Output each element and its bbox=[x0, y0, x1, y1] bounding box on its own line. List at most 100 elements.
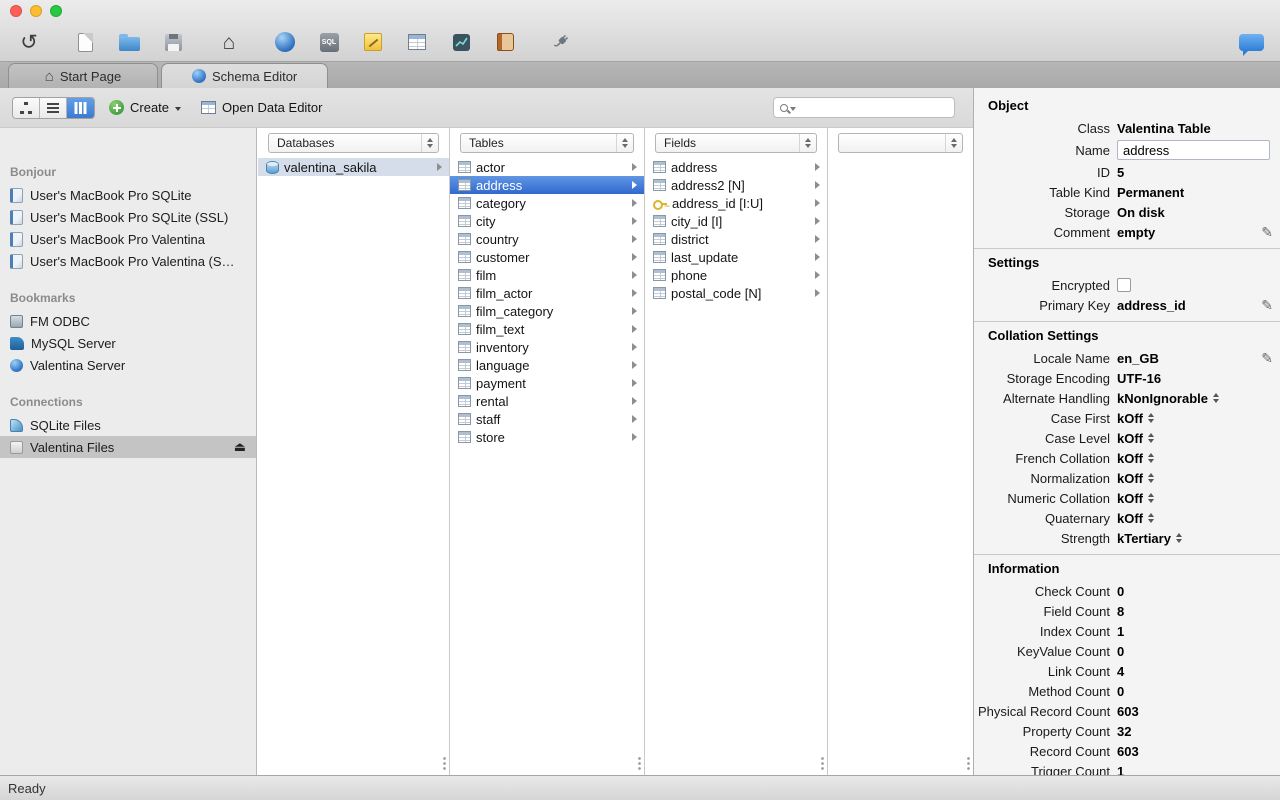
database-list-item[interactable]: valentina_sakila bbox=[258, 158, 449, 176]
property-value[interactable]: 0 bbox=[1117, 684, 1258, 699]
table-list-item[interactable]: film_actor bbox=[450, 284, 644, 302]
property-value[interactable]: kOff bbox=[1117, 451, 1258, 466]
table-list-item[interactable]: inventory bbox=[450, 338, 644, 356]
property-value[interactable] bbox=[1117, 278, 1258, 292]
table-list-item[interactable]: category bbox=[450, 194, 644, 212]
table-list-item[interactable]: city bbox=[450, 212, 644, 230]
property-value[interactable]: Valentina Table bbox=[1117, 121, 1258, 136]
table-list-item[interactable]: rental bbox=[450, 392, 644, 410]
table-list-item[interactable]: staff bbox=[450, 410, 644, 428]
table-list-item[interactable]: actor bbox=[450, 158, 644, 176]
field-list-item[interactable]: address_id [I:U] bbox=[645, 194, 827, 212]
home-button[interactable]: ⌂ bbox=[214, 26, 244, 58]
edit-pencil-icon[interactable] bbox=[1261, 351, 1273, 365]
sidebar-item[interactable]: User's MacBook Pro SQLite bbox=[0, 184, 256, 206]
property-value[interactable]: address bbox=[1117, 140, 1270, 160]
sidebar-item[interactable]: User's MacBook Pro Valentina bbox=[0, 228, 256, 250]
fields-dropdown[interactable]: Fields bbox=[655, 133, 817, 153]
field-list-item[interactable]: postal_code [N] bbox=[645, 284, 827, 302]
new-document-button[interactable] bbox=[70, 26, 100, 58]
diagram-button[interactable] bbox=[446, 26, 476, 58]
field-list-item[interactable]: last_update bbox=[645, 248, 827, 266]
property-value[interactable]: en_GB bbox=[1117, 351, 1258, 366]
property-value[interactable]: kOff bbox=[1117, 411, 1258, 426]
column-resize-grip[interactable] bbox=[966, 756, 971, 771]
databases-dropdown[interactable]: Databases bbox=[268, 133, 439, 153]
notes-button[interactable] bbox=[358, 26, 388, 58]
save-button[interactable] bbox=[158, 26, 188, 58]
field-list-item[interactable]: phone bbox=[645, 266, 827, 284]
table-list-item[interactable]: film_category bbox=[450, 302, 644, 320]
next-dropdown[interactable] bbox=[838, 133, 963, 153]
minimize-button[interactable] bbox=[30, 5, 42, 17]
open-data-editor-button[interactable]: Open Data Editor bbox=[201, 100, 322, 115]
edit-pencil-icon[interactable] bbox=[1261, 298, 1273, 312]
property-value[interactable]: kNonIgnorable bbox=[1117, 391, 1258, 406]
property-value[interactable]: 603 bbox=[1117, 704, 1258, 719]
table-list-item[interactable]: film_text bbox=[450, 320, 644, 338]
table-list-item[interactable]: customer bbox=[450, 248, 644, 266]
field-list-item[interactable]: district bbox=[645, 230, 827, 248]
property-value[interactable]: UTF-16 bbox=[1117, 371, 1258, 386]
connection-button[interactable] bbox=[546, 26, 576, 58]
tables-dropdown[interactable]: Tables bbox=[460, 133, 634, 153]
checkbox[interactable] bbox=[1117, 278, 1131, 292]
property-value[interactable]: 32 bbox=[1117, 724, 1258, 739]
zoom-button[interactable] bbox=[50, 5, 62, 17]
sidebar-item[interactable]: FM ODBC bbox=[0, 310, 256, 332]
sidebar-item[interactable]: User's MacBook Pro Valentina (S… bbox=[0, 250, 256, 272]
sidebar-item[interactable]: MySQL Server bbox=[0, 332, 256, 354]
sidebar-item[interactable]: Valentina Server bbox=[0, 354, 256, 376]
edit-pencil-icon[interactable] bbox=[1261, 225, 1273, 239]
property-value[interactable]: 0 bbox=[1117, 584, 1258, 599]
undo-button[interactable]: ↺ bbox=[14, 26, 44, 58]
column-view-button[interactable] bbox=[67, 97, 94, 118]
feedback-button[interactable] bbox=[1236, 26, 1266, 58]
valentina-button[interactable] bbox=[270, 26, 300, 58]
tab[interactable]: Start Page bbox=[8, 63, 158, 88]
property-value[interactable]: kOff bbox=[1117, 491, 1258, 506]
field-list-item[interactable]: city_id [I] bbox=[645, 212, 827, 230]
property-value[interactable]: 0 bbox=[1117, 644, 1258, 659]
column-resize-grip[interactable] bbox=[820, 756, 825, 771]
eject-icon[interactable] bbox=[234, 439, 246, 455]
table-list-item[interactable]: language bbox=[450, 356, 644, 374]
property-value[interactable]: kOff bbox=[1117, 511, 1258, 526]
create-button[interactable]: Create bbox=[109, 100, 182, 115]
close-button[interactable] bbox=[10, 5, 22, 17]
property-value[interactable]: 603 bbox=[1117, 744, 1258, 759]
property-value[interactable]: 5 bbox=[1117, 165, 1258, 180]
list-view-button[interactable] bbox=[40, 97, 67, 118]
tree-view-button[interactable] bbox=[13, 97, 40, 118]
sidebar-item[interactable]: Valentina Files bbox=[0, 436, 256, 458]
table-list-item[interactable]: payment bbox=[450, 374, 644, 392]
property-value[interactable]: empty bbox=[1117, 225, 1258, 240]
property-value[interactable]: kOff bbox=[1117, 471, 1258, 486]
property-value[interactable]: kTertiary bbox=[1117, 531, 1258, 546]
reports-button[interactable] bbox=[490, 26, 520, 58]
column-resize-grip[interactable] bbox=[442, 756, 447, 771]
sql-editor-button[interactable]: SQL bbox=[314, 26, 344, 58]
table-editor-button[interactable] bbox=[402, 26, 432, 58]
property-value[interactable]: 1 bbox=[1117, 624, 1258, 639]
open-button[interactable] bbox=[114, 26, 144, 58]
property-value[interactable]: address_id bbox=[1117, 298, 1258, 313]
search-input[interactable] bbox=[798, 100, 948, 115]
table-list-item[interactable]: address bbox=[450, 176, 644, 194]
property-value[interactable]: kOff bbox=[1117, 431, 1258, 446]
property-value[interactable]: 8 bbox=[1117, 604, 1258, 619]
field-list-item[interactable]: address bbox=[645, 158, 827, 176]
field-list-item[interactable]: address2 [N] bbox=[645, 176, 827, 194]
table-list-item[interactable]: country bbox=[450, 230, 644, 248]
property-value[interactable]: On disk bbox=[1117, 205, 1258, 220]
titlebar[interactable] bbox=[0, 0, 1280, 22]
column-resize-grip[interactable] bbox=[637, 756, 642, 771]
tab[interactable]: Schema Editor bbox=[161, 63, 329, 88]
property-value[interactable]: 4 bbox=[1117, 664, 1258, 679]
sidebar-item[interactable]: User's MacBook Pro SQLite (SSL) bbox=[0, 206, 256, 228]
table-list-item[interactable]: film bbox=[450, 266, 644, 284]
table-list-item[interactable]: store bbox=[450, 428, 644, 446]
property-value[interactable]: Permanent bbox=[1117, 185, 1258, 200]
sidebar-item[interactable]: SQLite Files bbox=[0, 414, 256, 436]
property-value[interactable]: 1 bbox=[1117, 764, 1258, 776]
